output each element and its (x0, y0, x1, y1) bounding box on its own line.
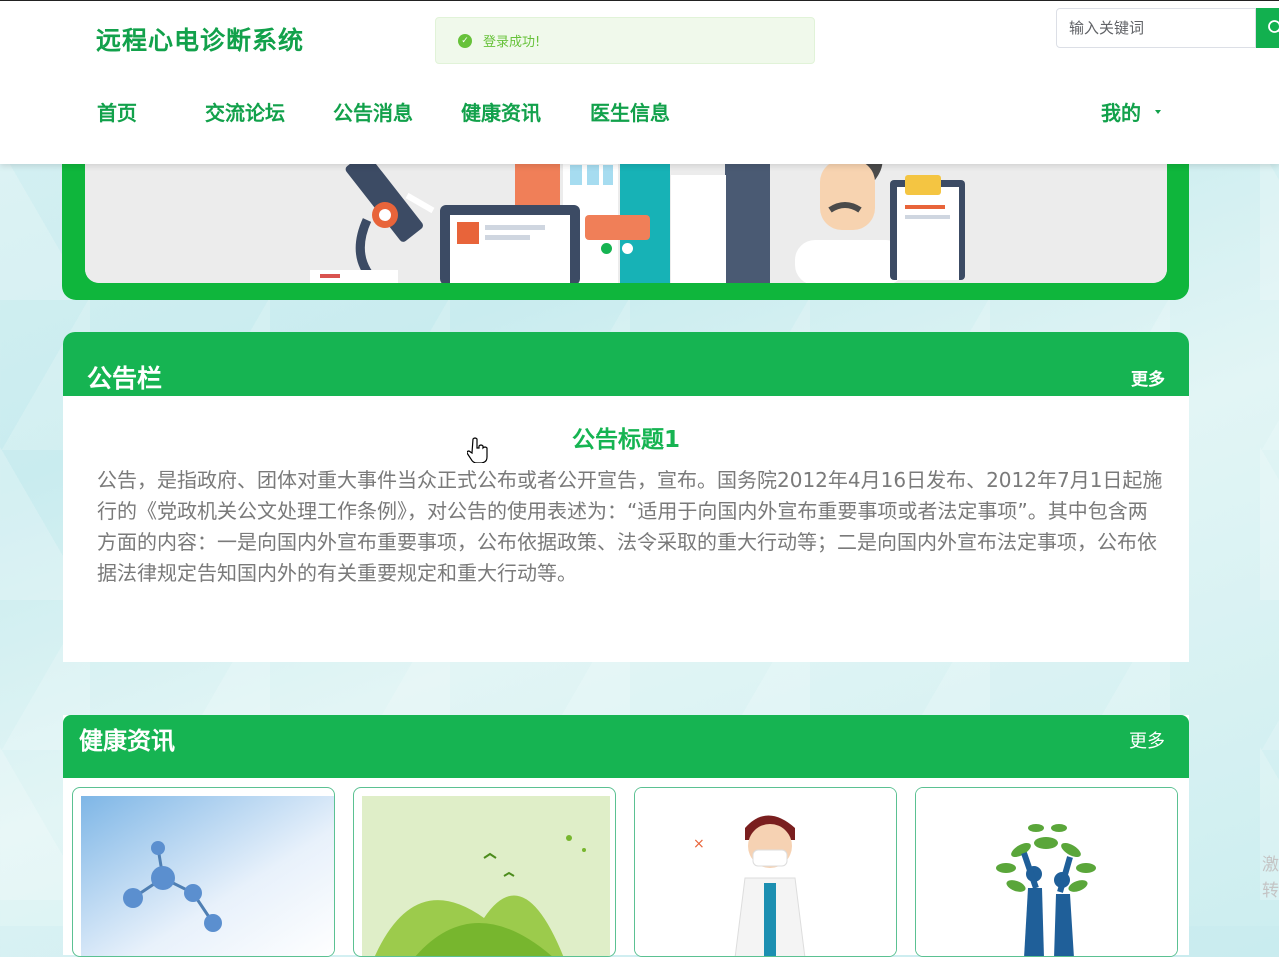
notice-board-title: 公告栏 (87, 359, 162, 395)
health-news-title: 健康资讯 (79, 721, 175, 756)
news-card[interactable] (72, 787, 335, 957)
login-success-toast: ✓ 登录成功! (435, 17, 815, 64)
toast-message: 登录成功! (483, 31, 540, 50)
nav-item-forum[interactable]: 交流论坛 (205, 97, 285, 126)
nav-item-doctor-info[interactable]: 医生信息 (590, 97, 670, 126)
health-news-header: 健康资讯 更多 (63, 715, 1189, 778)
search-icon (1267, 19, 1279, 37)
green-nature-image (354, 788, 616, 957)
nav-item-health-news[interactable]: 健康资讯 (461, 97, 541, 126)
health-more-link[interactable]: 更多 (1129, 727, 1165, 753)
search-button[interactable] (1256, 8, 1279, 48)
caret-down-icon (1155, 110, 1161, 114)
notice-body: 公告，是指政府、团体对重大事件当众正式公布或者公开宣告，宣布。国务院2012年4… (97, 465, 1167, 589)
nav-item-home[interactable]: 首页 (97, 97, 137, 126)
user-menu[interactable]: 我的 (1101, 97, 1161, 126)
nav-item-announcements[interactable]: 公告消息 (333, 97, 413, 126)
notice-heading[interactable]: 公告标题1 (63, 420, 1189, 454)
user-menu-label: 我的 (1101, 97, 1141, 126)
site-title[interactable]: 远程心电诊断系统 (96, 21, 304, 57)
hand-pointer-icon (467, 437, 489, 463)
edge-text: 激 转 (1262, 852, 1279, 904)
svg-text:×: × (693, 836, 705, 852)
top-header: 远程心电诊断系统 ✓ 登录成功! 首页 交流论坛 公告消息 健康资讯 医生信息 … (0, 0, 1279, 164)
health-news-section: 健康资讯 更多 × (63, 715, 1189, 955)
molecule-image (73, 788, 335, 957)
news-card[interactable]: × (634, 787, 897, 957)
carousel-dot-2[interactable] (622, 243, 633, 254)
news-card[interactable] (915, 787, 1178, 957)
tree-people-image (916, 788, 1178, 957)
notice-more-link[interactable]: 更多 (1131, 365, 1165, 390)
edge-text-line-2: 转 (1262, 878, 1279, 904)
check-circle-icon: ✓ (458, 34, 472, 48)
edge-text-line-1: 激 (1262, 852, 1279, 878)
carousel-dot-1[interactable] (601, 243, 612, 254)
notice-board-header: 公告栏 更多 (63, 332, 1189, 396)
doctor-image: × (635, 788, 897, 957)
search-input[interactable] (1056, 8, 1256, 48)
notice-board: 公告栏 更多 公告标题1 公告，是指政府、团体对重大事件当众正式公布或者公开宣告… (63, 332, 1189, 662)
news-card[interactable] (353, 787, 616, 957)
